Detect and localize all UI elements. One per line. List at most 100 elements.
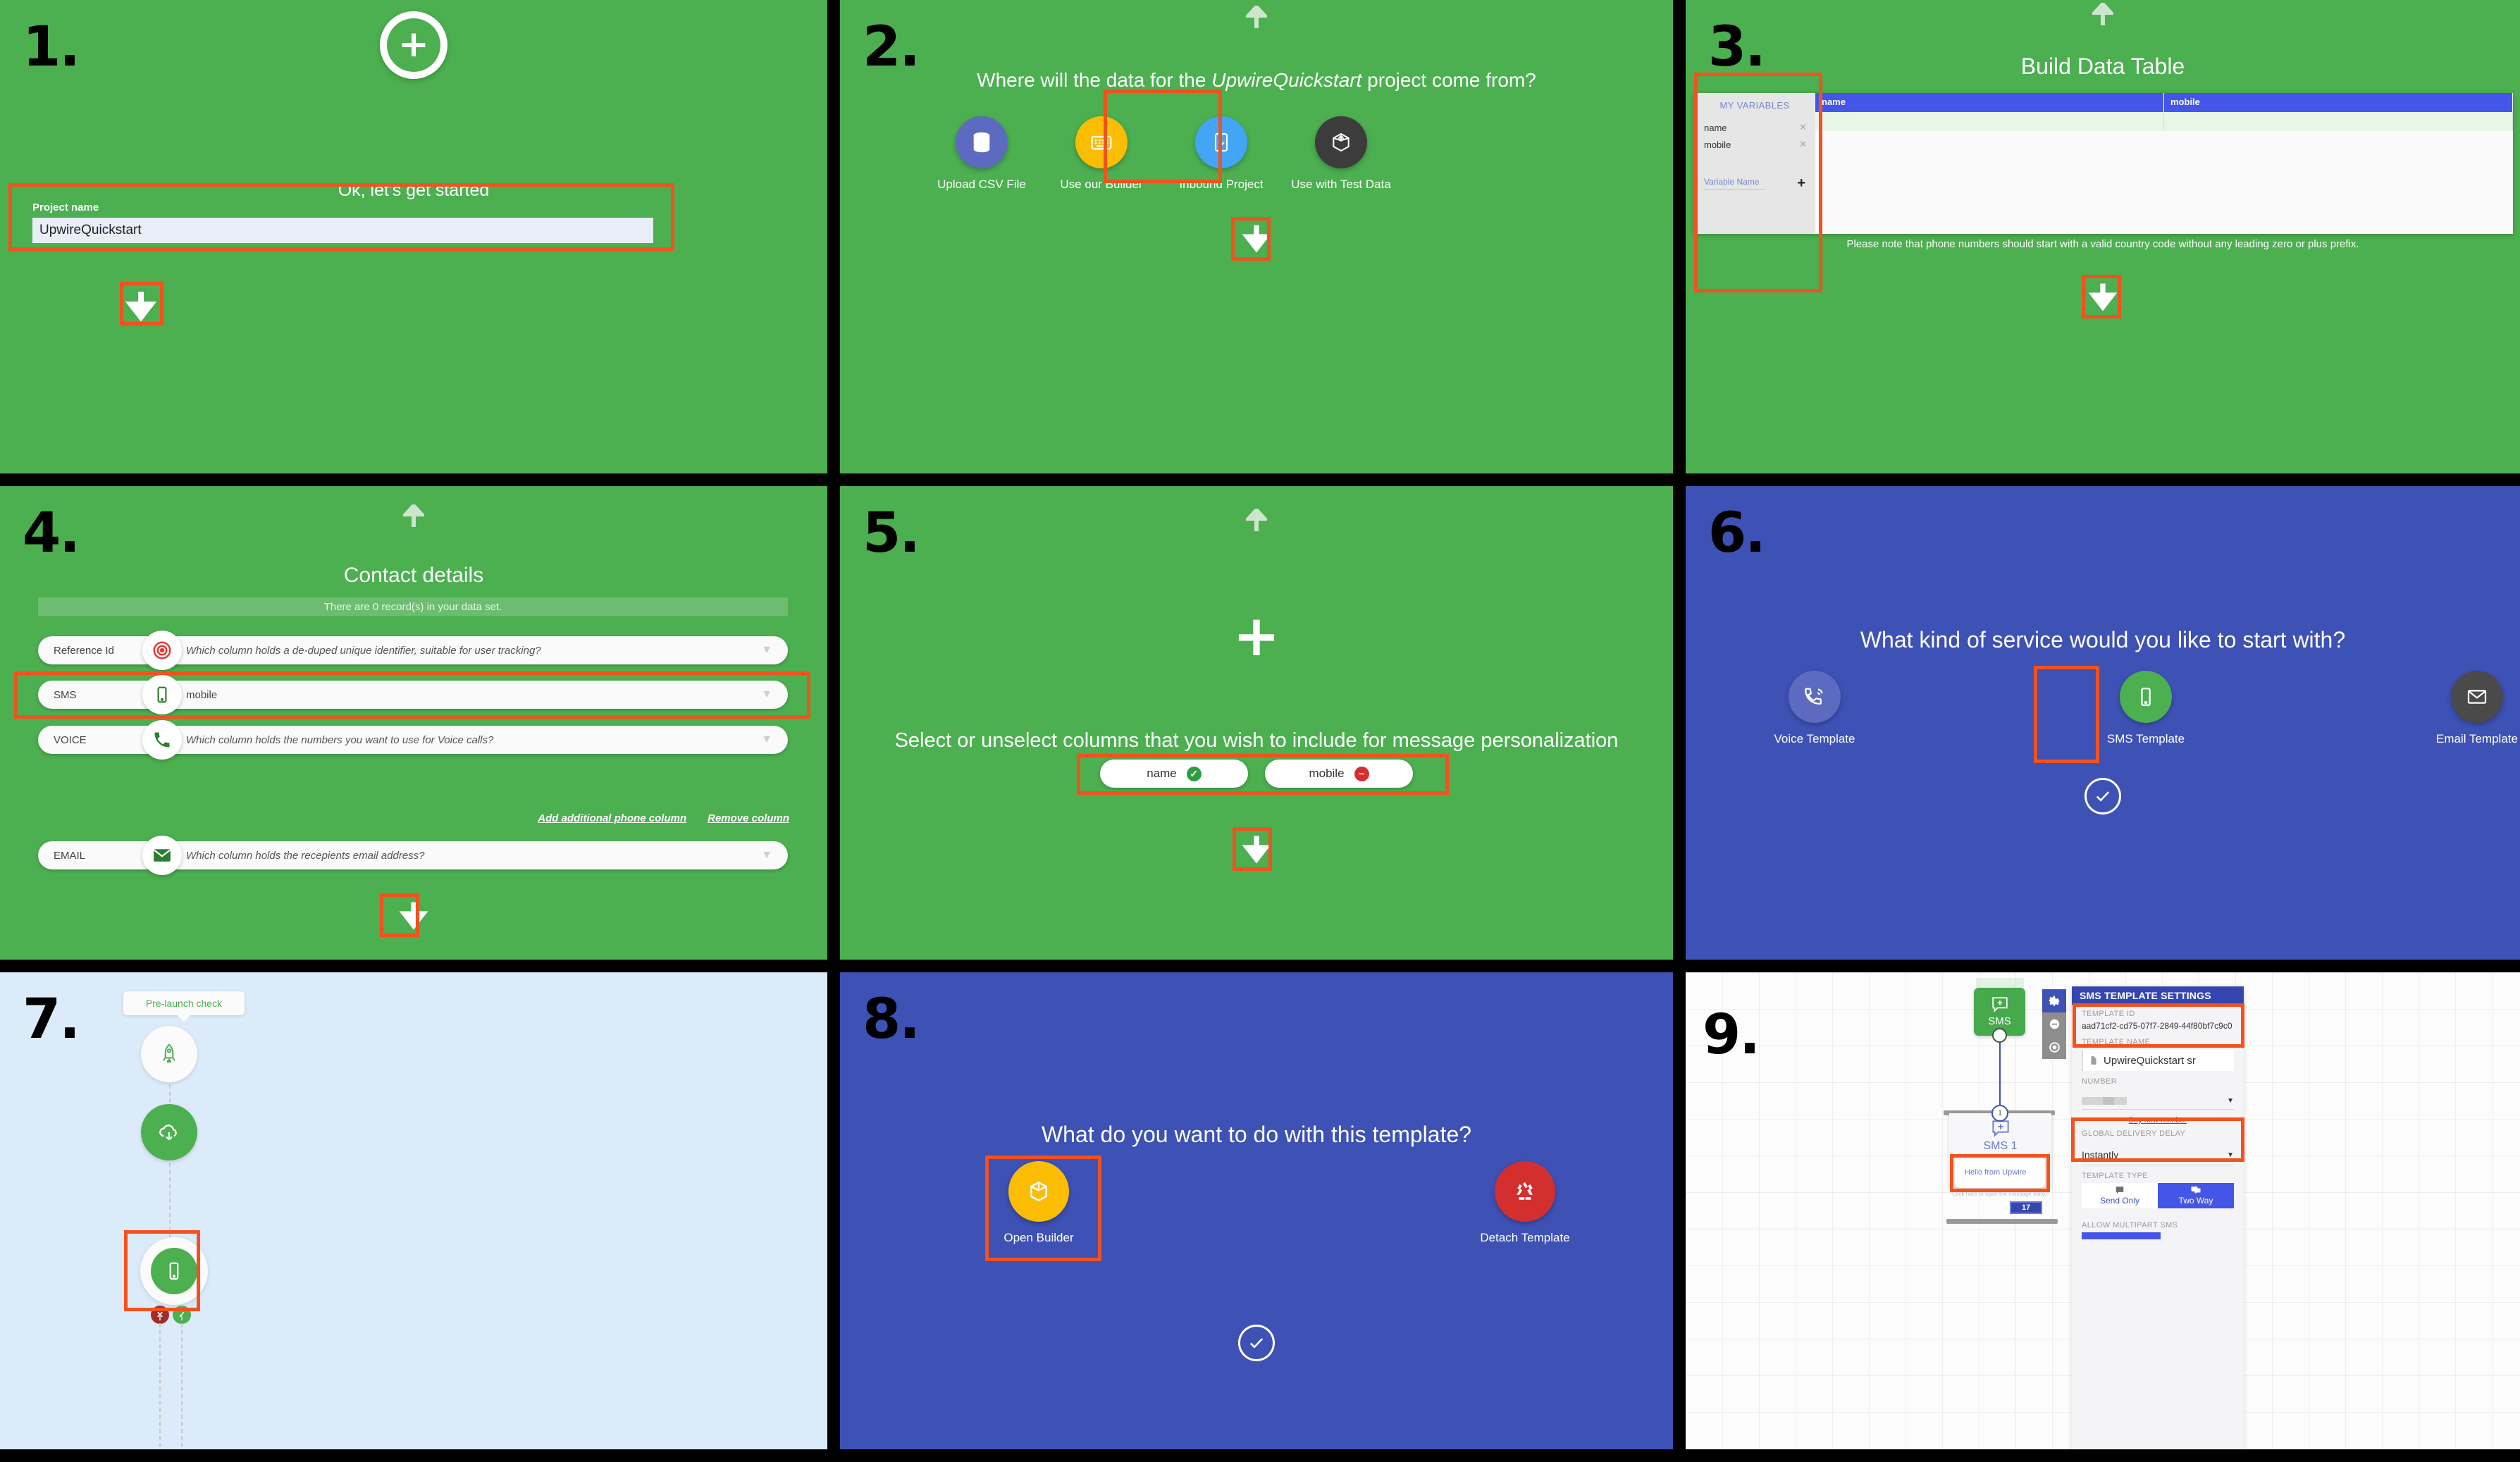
confirm-button[interactable] — [1238, 1325, 1275, 1361]
service-type-options: Voice Template SMS Template Email Templa… — [1755, 671, 2520, 746]
template-id-section: TEMPLATE ID aad71cf2-cd75-07f7-2849-44f8… — [2072, 1005, 2244, 1033]
option-label: Inbound Project — [1179, 178, 1264, 191]
option-sms-template[interactable]: SMS Template — [2086, 671, 2206, 746]
option-label: Use with Test Data — [1291, 178, 1391, 191]
multipart-sms-section: ALLOW MULTIPART SMS — [2072, 1216, 2244, 1241]
option-detach-template[interactable]: Detach Template — [1465, 1161, 1585, 1245]
variable-item[interactable]: name ✕ — [1694, 119, 1815, 136]
row-key: SMS — [54, 688, 77, 701]
option-use-our-builder[interactable]: Use our Builder — [1042, 116, 1161, 192]
chevron-down-icon[interactable]: ▼ — [761, 849, 772, 862]
chevron-down-icon[interactable]: ▼ — [2227, 1151, 2234, 1159]
rocket-node[interactable] — [141, 1026, 197, 1082]
template-name-field[interactable]: UpwireQuickstart sr — [2082, 1050, 2234, 1071]
chevron-down-icon[interactable]: ▼ — [761, 733, 772, 746]
variable-item[interactable]: mobile ✕ — [1694, 136, 1815, 153]
panel-9-sms-template-settings: 9. SMS 1 SMS 1 Hello from Upwire Click h… — [1686, 972, 2520, 1449]
plus-icon: + — [387, 18, 440, 72]
delivery-delay-value: Instantly — [2082, 1149, 2119, 1160]
database-icon — [956, 116, 1008, 168]
chat-bubble-icon — [2116, 1187, 2124, 1194]
step-number-6: 6. — [1708, 502, 1766, 565]
minus-badge-icon[interactable]: − — [1354, 766, 1369, 781]
remove-column-link[interactable]: Remove column — [708, 812, 789, 824]
template-type-section: TEMPLATE TYPE Send Only Two Way — [2072, 1167, 2244, 1210]
confirm-button[interactable] — [2084, 778, 2121, 814]
option-label: SMS Template — [2106, 732, 2185, 745]
multipart-sms-toggle[interactable] — [2082, 1232, 2161, 1239]
my-variables-panel: MY VARIABLES name ✕ mobile ✕ Variable Na… — [1694, 93, 1815, 234]
target-icon — [142, 631, 182, 670]
column-chips: name ✓ mobile − — [1100, 760, 1413, 788]
add-additional-phone-column-link[interactable]: Add additional phone column — [538, 812, 686, 824]
template-type-two-way[interactable]: Two Way — [2158, 1183, 2234, 1208]
next-arrow-down-3[interactable] — [2087, 278, 2118, 312]
option-inbound-project[interactable]: Inbound Project — [1161, 116, 1281, 192]
check-badge-icon[interactable]: ✓ — [1186, 766, 1202, 781]
option-voice-template[interactable]: Voice Template — [1755, 671, 1874, 746]
next-arrow-down-5[interactable] — [1241, 831, 1272, 865]
remove-variable-icon[interactable]: ✕ — [1799, 139, 1807, 150]
delivery-delay-select[interactable]: Instantly ▼ — [2082, 1149, 2234, 1165]
sms-node-label: SMS — [1988, 1015, 2011, 1027]
column-header[interactable]: name — [1815, 93, 2164, 112]
column-header[interactable]: mobile — [2164, 93, 2513, 112]
prev-arrow-up-4[interactable] — [403, 504, 424, 527]
mobile-icon — [2120, 671, 2172, 723]
option-label: Send Only — [2099, 1196, 2140, 1206]
contact-row-sms[interactable]: SMS mobile ▼ — [38, 675, 788, 714]
gear-icon[interactable] — [2042, 989, 2066, 1012]
prev-arrow-up-5[interactable] — [1246, 509, 1267, 531]
remove-variable-icon[interactable]: ✕ — [1799, 122, 1807, 133]
data-table: name mobile — [1815, 93, 2513, 234]
node-output-port[interactable] — [1992, 1028, 2007, 1043]
sms-node[interactable] — [140, 1237, 208, 1305]
inbound-download-icon — [1195, 116, 1247, 168]
table-empty-body — [1815, 131, 2513, 234]
table-row[interactable] — [1815, 112, 2513, 131]
step-number-7: 7. — [23, 988, 80, 1051]
contact-row-reference-id[interactable]: Reference Id Which column holds a de-dup… — [38, 631, 788, 670]
next-arrow-down-4[interactable] — [398, 897, 429, 931]
add-column-plus-icon[interactable]: + — [1233, 608, 1280, 664]
panel-1-project-name: 1. + Ok, let's get started Project name — [0, 0, 827, 473]
data-source-question: Where will the data for the UpwireQuicks… — [840, 69, 1673, 92]
record-circle-icon[interactable] — [2042, 1036, 2066, 1059]
option-label: Voice Template — [1774, 732, 1855, 745]
contact-row-voice[interactable]: VOICE Which column holds the numbers you… — [38, 720, 788, 760]
next-arrow-down-1[interactable] — [124, 287, 158, 321]
column-chip-name[interactable]: name ✓ — [1100, 760, 1248, 788]
option-upload-csv[interactable]: Upload CSV File — [922, 116, 1042, 192]
chevron-down-icon[interactable]: ▼ — [761, 644, 772, 657]
cloud-download-node[interactable] — [141, 1104, 197, 1160]
recycle-icon — [1495, 1161, 1555, 1222]
message-text-box[interactable]: Hello from Upwire — [1955, 1157, 2045, 1188]
variable-name-input[interactable]: Variable Name — [1704, 177, 1766, 190]
template-name-section: TEMPLATE NAME UpwireQuickstart sr — [2072, 1033, 2244, 1072]
page-title: Contact details — [343, 564, 484, 587]
table-cell[interactable] — [2164, 112, 2513, 131]
new-project-button[interactable]: + — [380, 11, 447, 79]
voice-call-icon — [1789, 671, 1841, 723]
option-email-template[interactable]: Email Template — [2417, 671, 2520, 746]
chevron-down-icon[interactable]: ▼ — [761, 688, 772, 701]
table-cell[interactable] — [1815, 112, 2164, 131]
number-section: NUMBER ▼ — [2072, 1072, 2244, 1111]
option-use-with-test-data[interactable]: Use with Test Data — [1281, 116, 1401, 192]
minus-circle-icon[interactable] — [2042, 1012, 2066, 1036]
question-text-post: project come from? — [1361, 69, 1536, 91]
option-open-builder[interactable]: Open Builder — [979, 1161, 1099, 1245]
add-variable-plus-icon[interactable]: + — [1797, 176, 1805, 190]
next-arrow-down-2[interactable] — [1241, 220, 1272, 254]
template-type-send-only[interactable]: Send Only — [2082, 1183, 2158, 1208]
number-select[interactable]: ▼ — [2082, 1097, 2234, 1110]
buy-new-number-link[interactable]: Buy new number — [2072, 1116, 2244, 1125]
contact-row-email[interactable]: EMAIL Which column holds the recepients … — [38, 836, 788, 875]
prev-arrow-up-3[interactable] — [2092, 3, 2113, 25]
column-chip-mobile[interactable]: mobile − — [1265, 760, 1413, 788]
chevron-down-icon[interactable]: ▼ — [2227, 1097, 2234, 1105]
project-name-input[interactable] — [32, 218, 653, 243]
prev-arrow-up-2[interactable] — [1246, 6, 1267, 28]
template-action-options: Open Builder Detach Template — [979, 1161, 1585, 1245]
number-value-redacted — [2082, 1097, 2127, 1105]
